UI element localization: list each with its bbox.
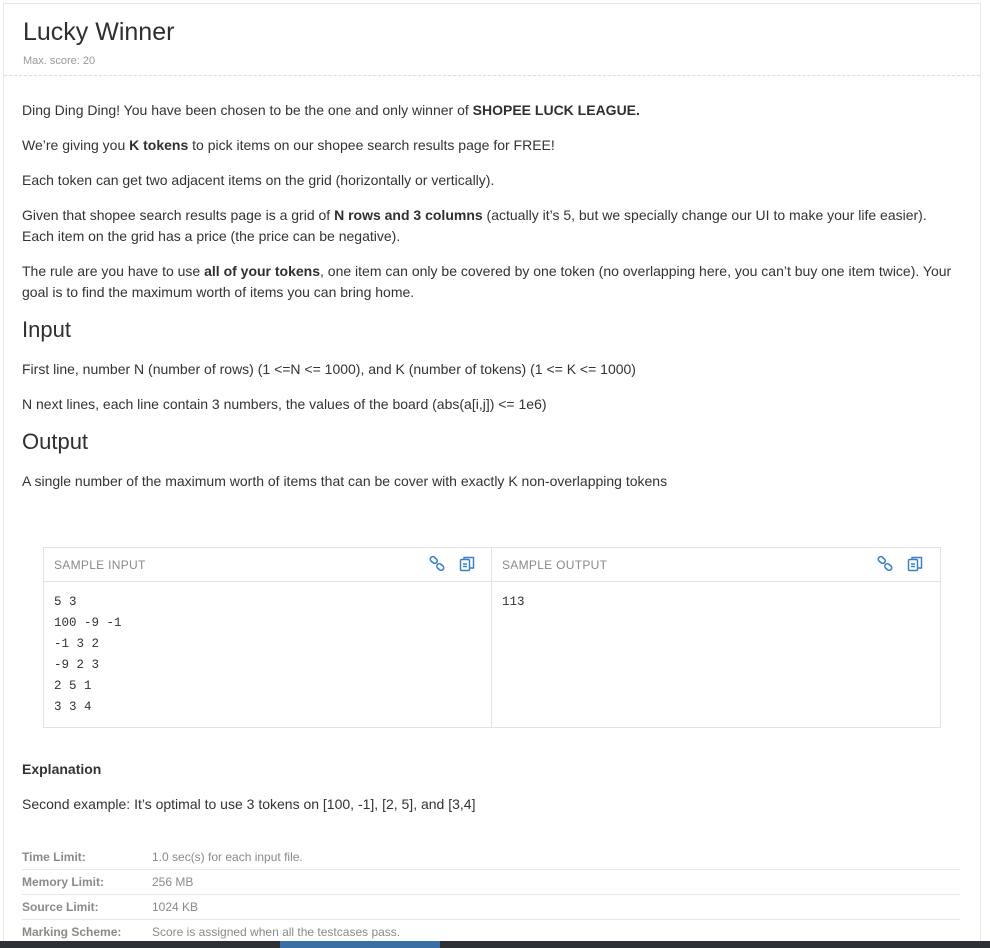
max-score: Max. score: 20 [23,55,96,67]
limit-row-memory: Memory Limit: 256 MB [22,870,960,895]
input-line-1: First line, number N (number of rows) (1… [22,361,636,377]
statement-bold: SHOPEE LUCK LEAGUE. [472,102,640,118]
copy-icon[interactable] [906,555,924,573]
link-icon[interactable] [428,555,446,573]
bottom-bar [0,941,990,948]
statement-text: to pick items on our shopee search resul… [188,137,555,153]
statement-text: Ding Ding Ding! You have been chosen to … [22,102,473,118]
bottom-bar-segment [280,941,440,948]
statement-text: We’re giving you [22,137,130,153]
statement-bold: N rows and 3 columns [334,207,483,223]
sample-input-content: 5 3 100 -9 -1 -1 3 2 -9 2 3 2 5 1 3 3 4 [54,595,122,714]
sample-output-header: SAMPLE OUTPUT [492,548,940,582]
explanation-text: Second example: It’s optimal to use 3 to… [22,796,476,812]
limit-label: Time Limit: [22,850,86,864]
limit-label: Memory Limit: [22,875,105,889]
limit-value: 1024 KB [152,900,199,914]
sample-input-panel: SAMPLE INPUT 5 3 100 -9 -1 -1 3 2 -9 2 3… [44,548,492,727]
limits-table: Time Limit: 1.0 sec(s) for each input fi… [22,845,960,945]
limit-row-time: Time Limit: 1.0 sec(s) for each input fi… [22,845,960,870]
input-heading: Input [22,317,71,342]
statement-bold: all of your tokens [204,263,321,279]
explanation-title: Explanation [22,761,102,777]
statement-paragraph-4: Given that shopee search results page is… [22,205,962,247]
problem-title: Lucky Winner [23,18,175,46]
limit-value: 256 MB [152,875,194,889]
statement-paragraph-5: The rule are you have to use all of your… [22,261,962,303]
link-icon[interactable] [876,555,894,573]
limit-label: Source Limit: [22,900,99,914]
problem-header: Lucky Winner Max. score: 20 [4,4,980,76]
samples-box: SAMPLE INPUT 5 3 100 -9 -1 -1 3 2 -9 2 3… [43,547,941,728]
output-line-1: A single number of the maximum worth of … [22,473,668,489]
statement-paragraph-3: Each token can get two adjacent items on… [22,172,495,188]
sample-output-content: 113 [502,595,525,609]
output-heading: Output [22,429,89,454]
limit-label: Marking Scheme: [22,925,122,939]
statement-bold: K tokens [129,137,189,153]
sample-input-header: SAMPLE INPUT [44,548,491,582]
limit-value: Score is assigned when all the testcases… [152,925,401,939]
statement-text: The rule are you have to use [22,263,205,279]
input-line-2: N next lines, each line contain 3 number… [22,396,547,412]
statement-paragraph-1: Ding Ding Ding! You have been chosen to … [22,100,962,121]
statement-paragraph-2: We’re giving you K tokens to pick items … [22,135,962,156]
limit-value: 1.0 sec(s) for each input file. [152,850,303,864]
sample-output-title: SAMPLE OUTPUT [502,558,608,572]
copy-icon[interactable] [458,555,476,573]
statement-text: Given that shopee search results page is… [22,207,335,223]
limit-row-source: Source Limit: 1024 KB [22,895,960,920]
sample-output-panel: SAMPLE OUTPUT 113 [492,548,940,727]
sample-input-title: SAMPLE INPUT [54,558,146,572]
